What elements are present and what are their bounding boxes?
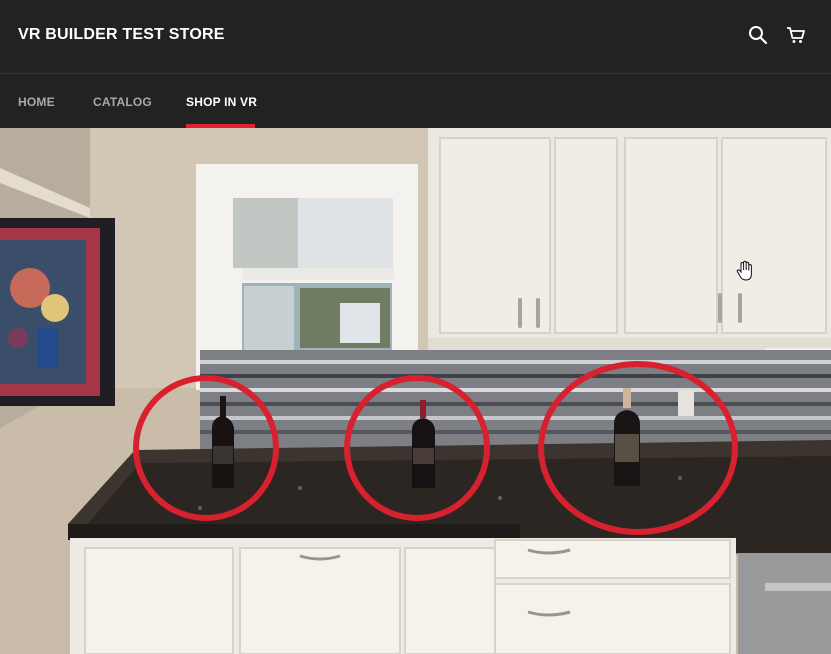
grab-hand-cursor-icon <box>736 260 754 282</box>
nav-home[interactable]: HOME <box>18 95 55 109</box>
search-icon[interactable] <box>747 24 769 46</box>
cart-icon[interactable] <box>785 24 807 46</box>
nav-catalog[interactable]: CATALOG <box>93 95 152 109</box>
store-logo-title[interactable]: VR BUILDER TEST STORE <box>18 26 225 44</box>
site-header: VR BUILDER TEST STORE <box>0 0 831 74</box>
wall-painting <box>0 218 115 406</box>
main-navigation: HOME CATALOG SHOP IN VR <box>0 75 831 128</box>
vr-scene-illustration <box>0 128 831 654</box>
nav-shop-in-vr[interactable]: SHOP IN VR <box>186 95 257 109</box>
vr-kitchen-viewer[interactable] <box>0 128 831 654</box>
lower-cabinets <box>70 538 831 654</box>
upper-cabinets <box>428 128 831 380</box>
